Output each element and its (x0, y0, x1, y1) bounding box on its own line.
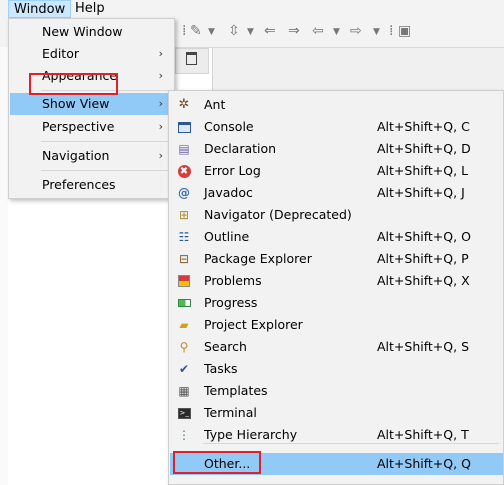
view-item-templates[interactable]: ▦ Templates (170, 380, 503, 402)
submenu-arrow-icon: › (158, 149, 163, 162)
menu-item-label: Show View (42, 96, 110, 111)
javadoc-icon: @ (178, 186, 190, 200)
tasks-icon: ✔ (178, 362, 190, 376)
view-item-javadoc[interactable]: @ Javadoc Alt+Shift+Q, J (170, 182, 503, 204)
templates-icon: ▦ (178, 384, 190, 398)
menu-item-label: New Window (42, 24, 123, 39)
highlight-annotation-box (173, 451, 261, 474)
menu-item-new-window[interactable]: New Window (10, 21, 173, 43)
toolbar-annotation-icon[interactable]: ⇳ (228, 23, 240, 39)
chevron-down-icon[interactable]: ▼ (208, 27, 215, 37)
menu-item-label: Perspective (42, 119, 115, 134)
open-perspective-icon[interactable]: ▣ (398, 23, 411, 39)
menu-separator (41, 141, 169, 142)
maximize-icon[interactable] (186, 52, 197, 65)
view-item-problems[interactable]: Problems Alt+Shift+Q, X (170, 270, 503, 292)
view-item-ant[interactable]: ✲ Ant (170, 94, 503, 116)
menu-separator (203, 443, 499, 444)
outline-icon: ☷ (178, 230, 190, 244)
menu-item-navigation[interactable]: Navigation › (10, 145, 173, 167)
view-item-console[interactable]: Console Alt+Shift+Q, C (170, 116, 503, 138)
window-menu: New Window Editor › Appearance › Show Vi… (8, 18, 175, 199)
forward-icon[interactable]: ⇨ (350, 23, 362, 39)
view-item-progress[interactable]: Progress (170, 292, 503, 314)
view-item-error-log[interactable]: ✖ Error Log Alt+Shift+Q, L (170, 160, 503, 182)
menu-item-preferences[interactable]: Preferences (10, 174, 173, 196)
view-item-navigator[interactable]: ⊞ Navigator (Deprecated) (170, 204, 503, 226)
last-edit-icon[interactable]: ⇐ (264, 23, 276, 39)
menu-item-label: Preferences (42, 177, 116, 192)
submenu-arrow-icon: › (158, 97, 163, 110)
next-annotation-icon[interactable]: ⇒ (288, 23, 300, 39)
toolbar-edit-icon[interactable]: ✎ (190, 23, 202, 39)
toolbar-separator-icon: ⁞ (389, 23, 394, 39)
console-icon (176, 119, 192, 135)
highlight-annotation-box (29, 73, 118, 95)
menu-window[interactable]: Window (8, 0, 72, 18)
view-item-package-explorer[interactable]: ⊟ Package Explorer Alt+Shift+Q, P (170, 248, 503, 270)
progress-icon (176, 295, 192, 311)
view-item-project-explorer[interactable]: ▰ Project Explorer (170, 314, 503, 336)
view-item-tasks[interactable]: ✔ Tasks (170, 358, 503, 380)
menu-item-label: Editor (42, 46, 79, 61)
submenu-arrow-icon: › (158, 120, 163, 133)
toolbar-separator-icon: ⁞ (182, 23, 187, 39)
menu-bar: Window Help (0, 0, 504, 18)
problems-icon (176, 273, 192, 289)
menu-item-show-view[interactable]: Show View › (10, 93, 173, 115)
chevron-down-icon[interactable]: ▼ (373, 27, 380, 37)
package-explorer-icon: ⊟ (178, 252, 190, 266)
error-log-icon: ✖ (176, 163, 192, 179)
navigator-icon: ⊞ (178, 208, 190, 222)
menu-item-perspective[interactable]: Perspective › (10, 116, 173, 138)
menu-separator (41, 170, 169, 171)
ant-icon: ✲ (178, 97, 190, 112)
chevron-down-icon[interactable]: ▼ (247, 27, 254, 37)
declaration-icon: ▤ (178, 142, 190, 156)
view-item-terminal[interactable]: >_ Terminal (170, 402, 503, 424)
project-explorer-icon: ▰ (179, 318, 189, 332)
view-item-outline[interactable]: ☷ Outline Alt+Shift+Q, O (170, 226, 503, 248)
submenu-arrow-icon: › (158, 47, 163, 60)
left-panel (0, 47, 8, 485)
menu-item-label: Navigation (42, 148, 110, 163)
type-hierarchy-icon: ⋮ (178, 428, 190, 442)
back-icon[interactable]: ⇦ (312, 23, 324, 39)
show-view-submenu: ✲ Ant Console Alt+Shift+Q, C ▤ Declarati… (168, 90, 504, 485)
terminal-icon: >_ (177, 407, 191, 419)
menu-help[interactable]: Help (70, 0, 110, 18)
submenu-arrow-icon: › (158, 69, 163, 82)
view-item-declaration[interactable]: ▤ Declaration Alt+Shift+Q, D (170, 138, 503, 160)
chevron-down-icon[interactable]: ▼ (333, 27, 340, 37)
view-item-search[interactable]: ⚲ Search Alt+Shift+Q, S (170, 336, 503, 358)
search-icon: ⚲ (179, 340, 189, 354)
menu-item-editor[interactable]: Editor › (10, 43, 173, 65)
